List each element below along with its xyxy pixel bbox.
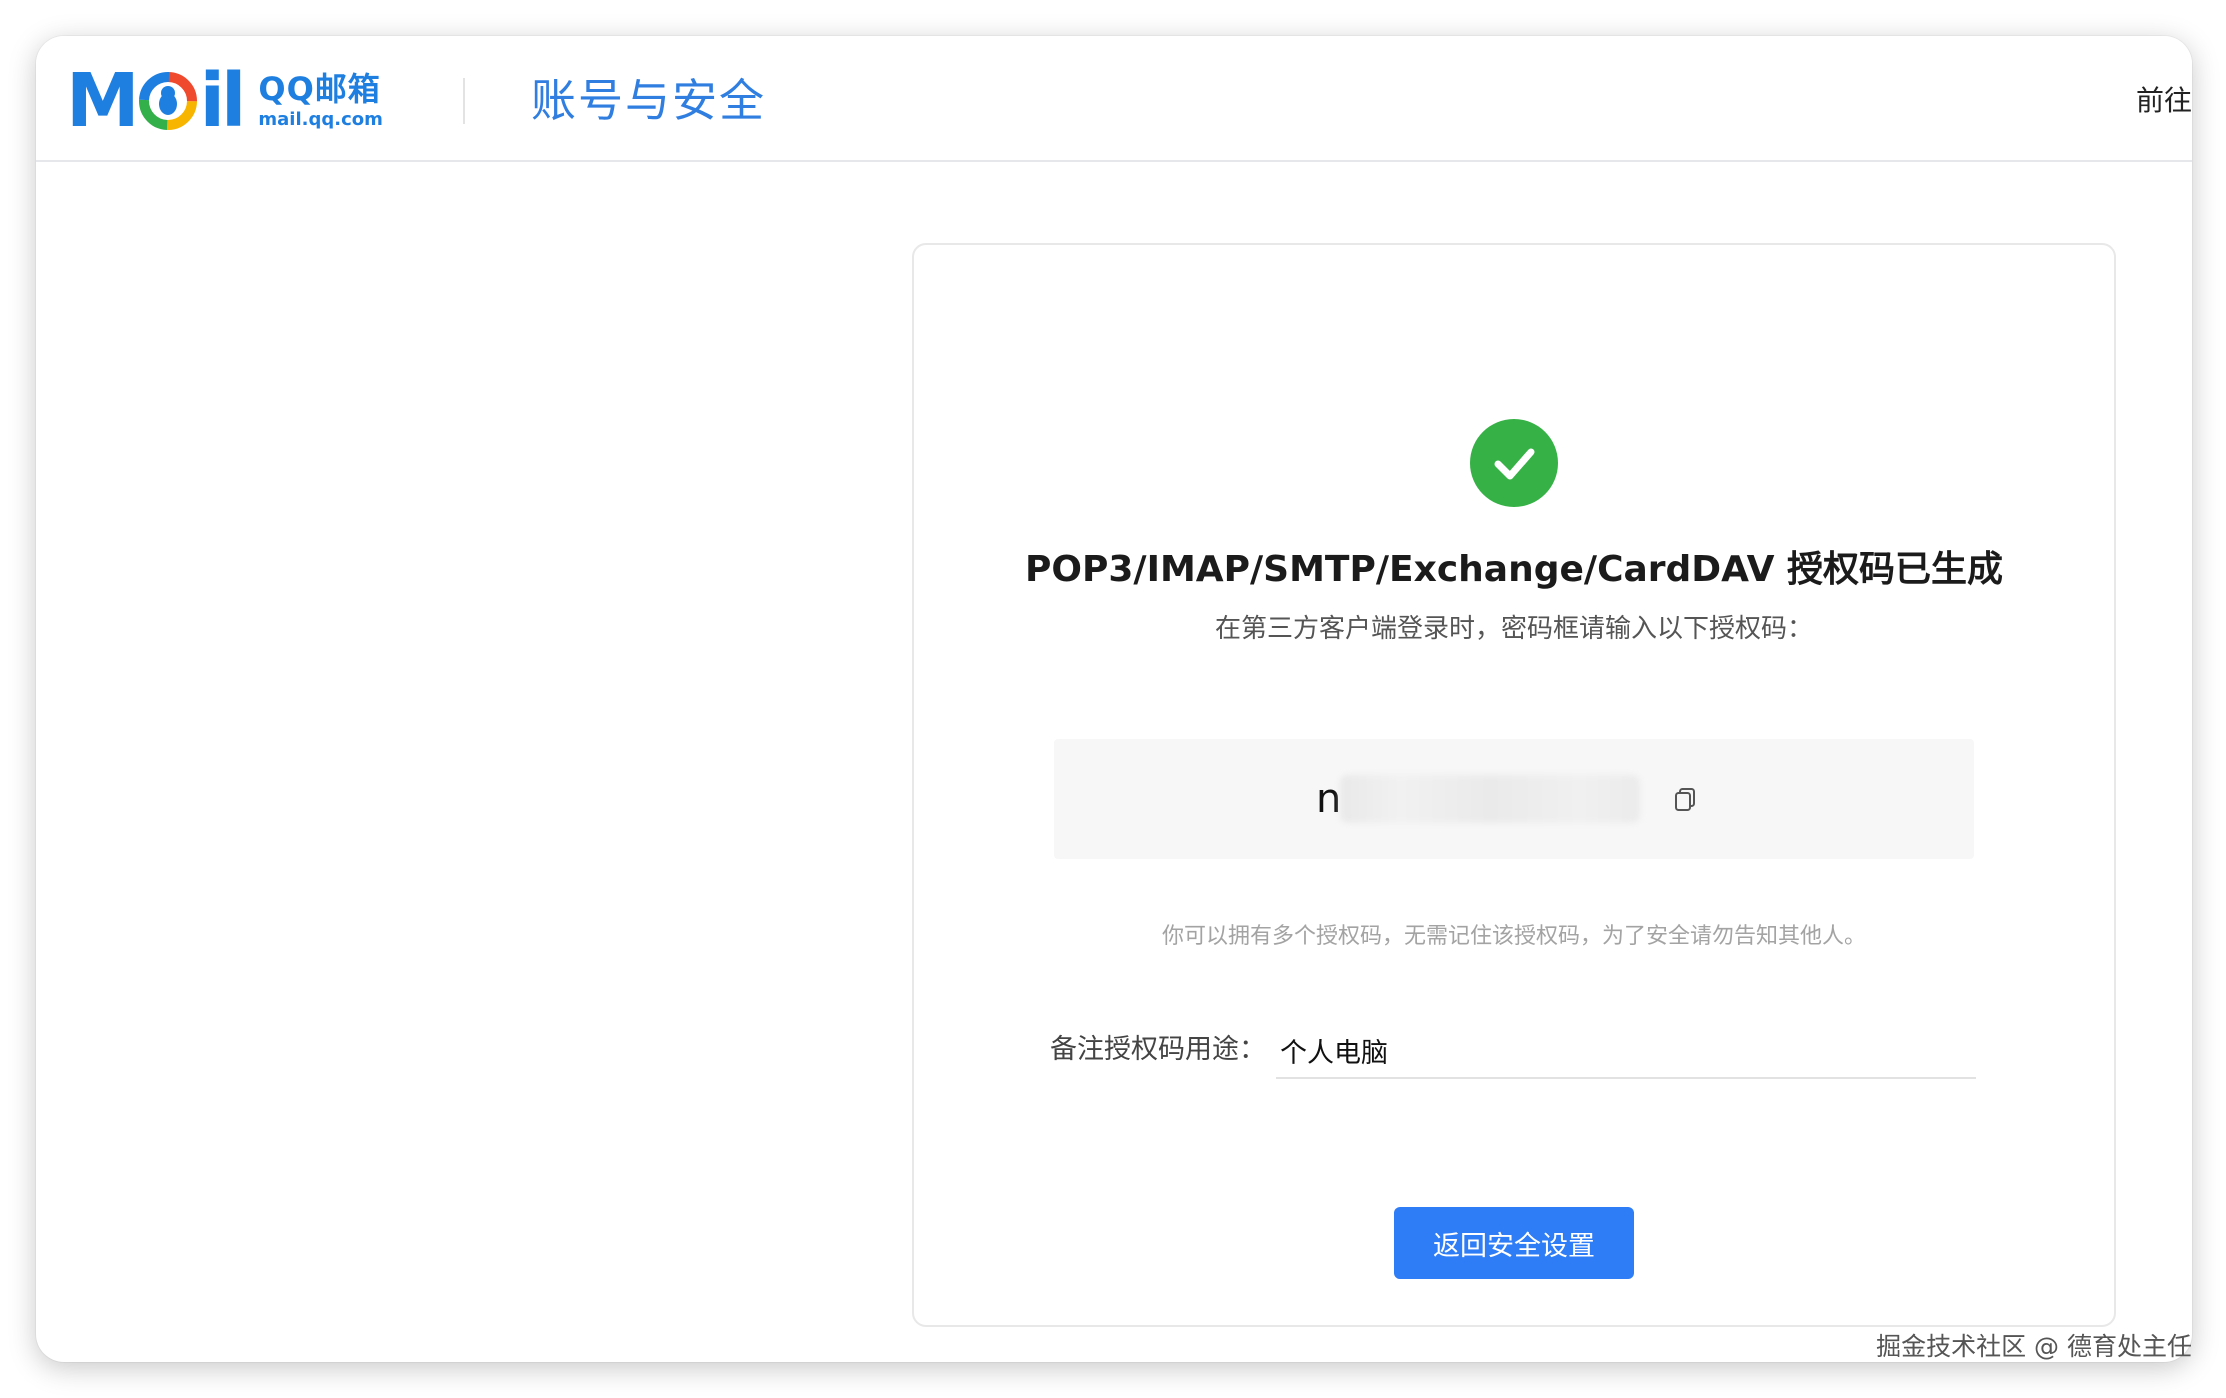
- top-header: M il QQ邮箱 mail.qq.com 账号与安全 前往: [36, 36, 2192, 162]
- qq-mail-logo[interactable]: M il QQ邮箱 mail.qq.com: [66, 58, 383, 144]
- logo-cn: QQ邮箱: [258, 70, 381, 108]
- logo-en: mail.qq.com: [258, 109, 383, 130]
- watermark: 掘金技术社区 @ 德育处主任: [1876, 1332, 2192, 1361]
- copy-icon[interactable]: [1672, 785, 1700, 813]
- code-start: n: [1316, 776, 1342, 822]
- note-input[interactable]: [1276, 1023, 1976, 1079]
- note-label: 备注授权码用途：: [1050, 1034, 1266, 1065]
- mail-wordmark: M il: [66, 58, 246, 144]
- auth-code-card: POP3/IMAP/SMTP/Exchange/CardDAV 授权码已生成 在…: [912, 243, 2116, 1327]
- back-to-security-button[interactable]: 返回安全设置: [1394, 1207, 1634, 1279]
- code-redaction: [1340, 775, 1640, 823]
- page-title: 账号与安全: [531, 74, 767, 127]
- auth-code-box: n i: [1054, 739, 1974, 859]
- goto-link[interactable]: 前往: [2136, 84, 2192, 118]
- check-circle-icon: [1470, 419, 1558, 507]
- security-tip: 你可以拥有多个授权码，无需记住该授权码，为了安全请勿告知其他人。: [1161, 924, 1866, 949]
- penguin-o-icon: [138, 72, 197, 130]
- browser-window: M il QQ邮箱 mail.qq.com 账号与安全 前往 POP3/IMAP…: [36, 36, 2192, 1362]
- header-divider: [463, 78, 465, 124]
- card-subtitle: 在第三方客户端登录时，密码框请输入以下授权码：: [1214, 614, 1813, 644]
- logo-text: QQ邮箱 mail.qq.com: [258, 73, 382, 129]
- card-title: POP3/IMAP/SMTP/Exchange/CardDAV 授权码已生成: [1025, 549, 2003, 590]
